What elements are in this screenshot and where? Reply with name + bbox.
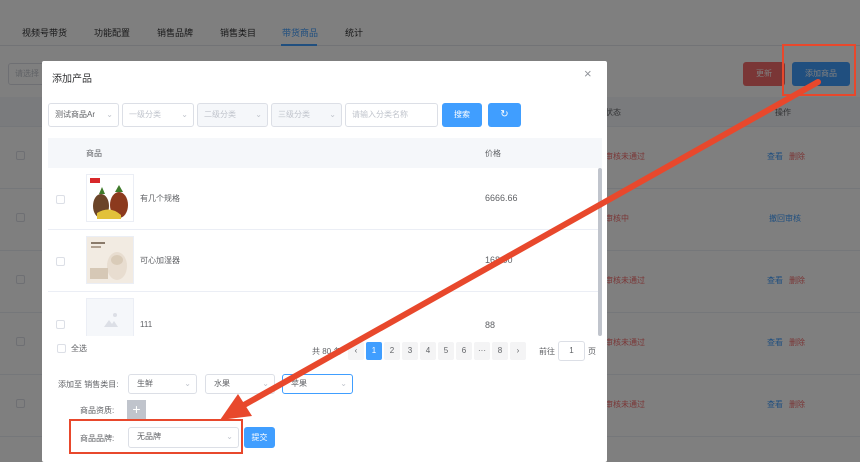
- level1-category-select[interactable]: 一级分类 ⌄: [122, 103, 194, 127]
- search-button[interactable]: 搜索: [442, 103, 482, 127]
- product-table-header: 商品 价格: [48, 138, 602, 168]
- row-checkbox[interactable]: [56, 320, 65, 329]
- reload-icon[interactable]: ↻: [488, 103, 521, 127]
- store-select[interactable]: 测试商品Ar ⌄: [48, 103, 119, 127]
- level3-placeholder: 三级分类: [278, 110, 310, 119]
- select-all-label: 全选: [71, 344, 87, 353]
- page-2-button[interactable]: 2: [384, 342, 400, 360]
- humidifier-image-icon: [87, 237, 133, 283]
- product-name: 111: [140, 320, 153, 329]
- table-row: 有几个规格 6666.66: [48, 168, 602, 230]
- level2-placeholder: 二级分类: [204, 110, 236, 119]
- page-8-button[interactable]: 8: [492, 342, 508, 360]
- level2-category-select: 二级分类 ⌄: [197, 103, 268, 127]
- store-select-value: 测试商品Ar: [55, 110, 95, 119]
- chevron-down-icon: ⌄: [181, 110, 188, 119]
- table-row: 111 88: [48, 292, 602, 336]
- add-product-dialog: 添加产品 × 测试商品Ar ⌄ 一级分类 ⌄ 二级分类 ⌄ 三级分类 ⌄ 请输入分类名称…: [42, 61, 607, 462]
- table-row: 可心加湿器 168.00: [48, 230, 602, 292]
- category-level1-value: 生鲜: [137, 379, 153, 388]
- category-level2-value: 水果: [214, 379, 230, 388]
- category-search-input[interactable]: 请输入分类名称: [345, 103, 438, 127]
- chevron-down-icon: ⌄: [340, 379, 347, 388]
- dialog-title: 添加产品: [52, 74, 92, 85]
- category-level3-value: 苹果: [291, 379, 307, 388]
- row-checkbox[interactable]: [56, 195, 65, 204]
- page-6-button[interactable]: 6: [456, 342, 472, 360]
- row-checkbox[interactable]: [56, 257, 65, 266]
- callout-box-add-product: [782, 44, 856, 96]
- submit-button[interactable]: 提交: [244, 427, 275, 448]
- goto-page-input[interactable]: 1: [558, 341, 585, 361]
- product-column-header: 商品: [86, 149, 102, 158]
- page-5-button[interactable]: 5: [438, 342, 454, 360]
- product-thumbnail: [86, 236, 134, 284]
- qualification-label: 商品资质:: [80, 406, 115, 415]
- upload-plus-icon[interactable]: +: [127, 400, 146, 419]
- page-ellipsis[interactable]: ···: [474, 342, 490, 360]
- category-level1-select[interactable]: 生鲜 ⌄: [128, 374, 197, 394]
- category-level2-select[interactable]: 水果 ⌄: [205, 374, 275, 394]
- page-4-button[interactable]: 4: [420, 342, 436, 360]
- price-column-header: 价格: [485, 149, 501, 158]
- product-thumbnail: [86, 298, 134, 336]
- goto-label: 前往: [539, 347, 555, 356]
- chevron-down-icon: ⌄: [329, 110, 336, 119]
- page-3-button[interactable]: 3: [402, 342, 418, 360]
- fruit-image-icon: [87, 175, 133, 221]
- page-unit-label: 页: [588, 347, 596, 356]
- chevron-down-icon: ⌄: [106, 110, 113, 119]
- level3-category-select: 三级分类 ⌄: [271, 103, 342, 127]
- chevron-down-icon: ⌄: [255, 110, 262, 119]
- select-all-checkbox[interactable]: [57, 344, 66, 353]
- product-price: 168.00: [485, 255, 513, 265]
- next-page-button[interactable]: ›: [510, 342, 526, 360]
- product-price: 88: [485, 320, 496, 330]
- pagination-total: 共 80 条: [312, 347, 342, 356]
- product-name: 可心加湿器: [140, 256, 180, 265]
- product-price: 6666.66: [485, 193, 518, 203]
- chevron-down-icon: ⌄: [184, 379, 191, 388]
- page-1-button[interactable]: 1: [366, 342, 382, 360]
- category-level3-select[interactable]: 苹果 ⌄: [282, 374, 353, 394]
- close-icon[interactable]: ×: [584, 67, 592, 81]
- chevron-down-icon: ⌄: [262, 379, 269, 388]
- level1-placeholder: 一级分类: [129, 110, 161, 119]
- prev-page-button[interactable]: ‹: [348, 342, 364, 360]
- table-scrollbar[interactable]: [598, 168, 602, 336]
- image-placeholder-icon: [87, 299, 133, 336]
- callout-box-brand: [69, 419, 243, 454]
- add-to-category-label: 添加至 销售类目:: [58, 380, 119, 389]
- product-thumbnail: [86, 174, 134, 222]
- product-name: 有几个规格: [140, 194, 180, 203]
